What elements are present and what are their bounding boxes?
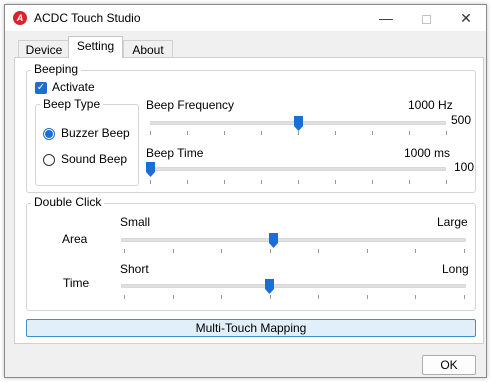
- window-title: ACDC Touch Studio: [34, 11, 141, 25]
- slider-tick: [261, 131, 262, 135]
- slider-tick: [124, 295, 125, 299]
- area-row-label: Area: [62, 232, 88, 246]
- slider-tick: [172, 295, 174, 299]
- ok-button[interactable]: OK: [422, 355, 476, 375]
- slider-tick: [150, 180, 151, 184]
- area-slider-track[interactable]: [121, 238, 466, 242]
- buzzer-beep-label: Buzzer Beep: [61, 126, 130, 140]
- slider-tick: [187, 131, 188, 135]
- slider-tick: [366, 295, 368, 299]
- slider-tick: [298, 180, 299, 184]
- slider-tick: [221, 249, 223, 253]
- activate-checkbox[interactable]: ✓: [35, 82, 47, 94]
- slider-tick: [269, 249, 271, 253]
- beeping-group-label: Beeping: [31, 62, 82, 76]
- acdc-logo-icon: A: [13, 11, 27, 25]
- minimize-icon: —: [379, 10, 393, 26]
- beep-time-value: 1000 ms: [404, 146, 451, 160]
- maximize-icon: [421, 14, 431, 24]
- multi-touch-mapping-button[interactable]: Multi-Touch Mapping: [26, 319, 476, 337]
- double-click-group: [26, 203, 476, 311]
- slider-tick: [172, 249, 174, 253]
- beep-frequency-value: 1000 Hz: [408, 98, 453, 112]
- slider-tick: [372, 131, 373, 135]
- slider-tick: [318, 295, 320, 299]
- beep-frequency-max: 500: [451, 113, 472, 127]
- time-max-label: Long: [442, 262, 469, 276]
- slider-tick: [409, 180, 410, 184]
- slider-tick: [318, 249, 320, 253]
- sound-beep-radio[interactable]: [43, 154, 55, 166]
- slider-tick: [224, 180, 225, 184]
- slider-tick: [372, 180, 373, 184]
- slider-tick: [298, 131, 299, 135]
- slider-tick: [224, 131, 225, 135]
- area-min-label: Small: [120, 215, 151, 229]
- minimize-button[interactable]: —: [366, 5, 406, 31]
- slider-tick: [150, 131, 151, 135]
- beep-time-slider-track[interactable]: [150, 167, 446, 171]
- beep-frequency-slider-thumb[interactable]: [294, 116, 303, 131]
- activate-label: Activate: [52, 80, 95, 94]
- tab-setting[interactable]: Setting: [68, 36, 123, 58]
- slider-tick: [124, 249, 125, 253]
- slider-tick: [187, 180, 188, 184]
- slider-tick: [366, 249, 368, 253]
- slider-tick: [446, 180, 447, 184]
- title-bar[interactable]: A ACDC Touch Studio — ✕: [5, 5, 486, 31]
- slider-tick: [446, 131, 447, 135]
- buzzer-beep-radio[interactable]: [43, 128, 55, 140]
- beep-time-slider-thumb[interactable]: [146, 162, 155, 177]
- beep-time-max: 100: [454, 160, 475, 174]
- slider-tick: [335, 180, 336, 184]
- area-max-label: Large: [437, 215, 468, 229]
- time-slider-thumb[interactable]: [265, 279, 275, 294]
- double-click-group-label: Double Click: [31, 195, 105, 209]
- slider-tick: [464, 295, 465, 299]
- checkmark-icon: ✓: [36, 82, 46, 93]
- slider-tick: [269, 295, 271, 299]
- slider-tick: [464, 249, 465, 253]
- slider-tick: [221, 295, 223, 299]
- time-row-label: Time: [63, 276, 90, 290]
- close-button[interactable]: ✕: [446, 5, 486, 31]
- beep-type-group: [35, 104, 139, 186]
- time-slider-track[interactable]: [121, 284, 466, 288]
- beep-type-group-label: Beep Type: [40, 97, 104, 111]
- area-slider-thumb[interactable]: [268, 233, 278, 248]
- maximize-button[interactable]: [406, 5, 446, 31]
- time-min-label: Short: [120, 262, 149, 276]
- slider-tick: [261, 180, 262, 184]
- sound-beep-label: Sound Beep: [61, 152, 128, 166]
- close-icon: ✕: [460, 10, 472, 26]
- slider-tick: [409, 131, 410, 135]
- beep-time-label: Beep Time: [146, 146, 204, 160]
- slider-tick: [335, 131, 336, 135]
- slider-tick: [415, 249, 417, 253]
- beep-frequency-label: Beep Frequency: [146, 98, 235, 112]
- slider-tick: [415, 295, 417, 299]
